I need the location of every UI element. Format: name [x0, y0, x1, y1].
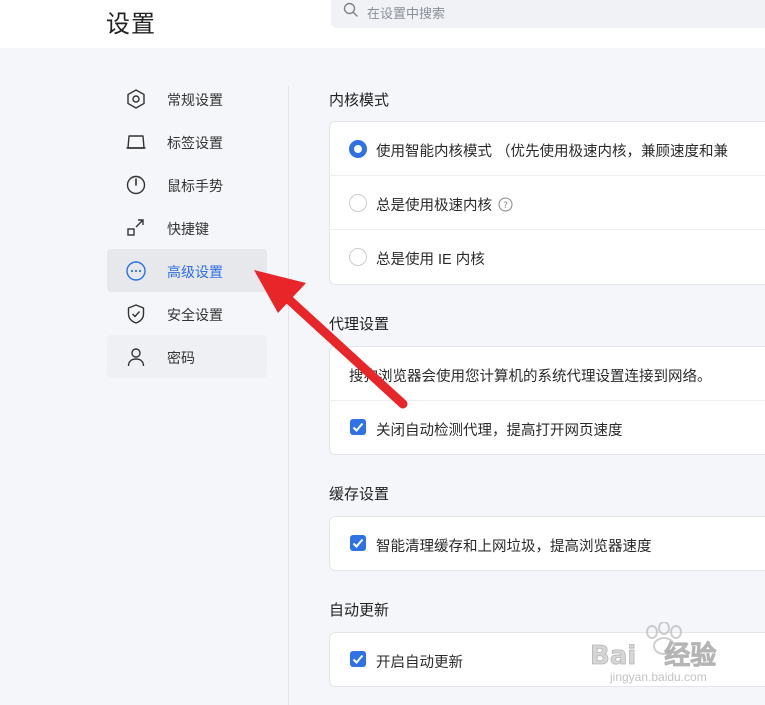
section-title-update: 自动更新	[329, 602, 390, 619]
section-title-kernel: 内核模式	[329, 92, 390, 109]
svg-text:?: ?	[503, 201, 508, 211]
sidebar-divider	[288, 86, 289, 705]
radio-smart-kernel[interactable]	[349, 140, 367, 158]
tab-icon	[126, 135, 146, 149]
sidebar-item-security[interactable]: 安全设置	[107, 292, 267, 335]
search-icon	[343, 2, 358, 17]
kernel-option-speed[interactable]: 总是使用极速内核?	[330, 176, 765, 230]
watermark-url: jingyan.baidu.com	[610, 670, 707, 684]
shield-check-icon	[127, 304, 145, 324]
sidebar-item-password[interactable]: 密码	[107, 335, 267, 378]
sidebar-item-label: 安全设置	[167, 307, 223, 323]
check-icon	[352, 422, 364, 432]
checkbox-auto-update[interactable]	[350, 651, 366, 667]
option-label: 总是使用极速内核	[376, 198, 492, 214]
cache-card: 智能清理缓存和上网垃圾，提高浏览器速度	[329, 516, 765, 571]
checkbox-label: 开启自动更新	[376, 655, 463, 671]
sidebar-item-tabs[interactable]: 标签设置	[107, 120, 267, 163]
check-icon	[352, 654, 364, 664]
section-title-cache: 缓存设置	[329, 486, 390, 503]
shortcut-arrow-icon	[127, 219, 144, 236]
proxy-card: 搜狗浏览器会使用您计算机的系统代理设置连接到网络。 关闭自动检测代理，提高打开网…	[329, 346, 765, 455]
hexagon-gear-icon	[127, 89, 145, 109]
search-input[interactable]: 在设置中搜索	[331, 0, 765, 28]
kernel-option-smart[interactable]: 使用智能内核模式 （优先使用极速内核，兼顾速度和兼	[330, 122, 765, 176]
section-title-proxy: 代理设置	[329, 316, 390, 333]
sidebar-item-label: 高级设置	[167, 264, 223, 280]
sidebar-item-shortcuts[interactable]: 快捷键	[107, 206, 267, 249]
check-icon	[352, 538, 364, 548]
checkbox-label: 智能清理缓存和上网垃圾，提高浏览器速度	[376, 539, 652, 555]
baidu-watermark-logo: Bai 经验	[590, 622, 717, 671]
option-label: 总是使用 IE 内核	[376, 252, 485, 268]
help-icon[interactable]: ?	[498, 197, 513, 212]
cache-clean-row[interactable]: 智能清理缓存和上网垃圾，提高浏览器速度	[330, 517, 765, 571]
sidebar-item-mouse-gestures[interactable]: 鼠标手势	[107, 163, 267, 206]
kernel-card: 使用智能内核模式 （优先使用极速内核，兼顾速度和兼 总是使用极速内核? 总是使用…	[329, 121, 765, 285]
more-dots-icon	[126, 261, 146, 281]
header-bar: 设置 在设置中搜索	[0, 0, 765, 48]
sidebar-item-label: 鼠标手势	[167, 178, 223, 194]
radio-ie-kernel[interactable]	[349, 248, 367, 266]
sidebar-item-advanced[interactable]: 高级设置	[107, 249, 267, 292]
sidebar-item-label: 快捷键	[167, 221, 209, 237]
sidebar: 常规设置 标签设置 鼠标手势 快捷键 高级设置 安全设置 密码	[107, 77, 267, 378]
checkbox-label: 关闭自动检测代理，提高打开网页速度	[376, 423, 623, 439]
radio-speed-kernel[interactable]	[349, 194, 367, 212]
mouse-icon	[126, 175, 146, 195]
proxy-description: 搜狗浏览器会使用您计算机的系统代理设置连接到网络。	[349, 369, 712, 385]
checkbox-disable-proxy-detect[interactable]	[350, 419, 366, 435]
sidebar-item-label: 标签设置	[167, 135, 223, 151]
option-label: 使用智能内核模式 （优先使用极速内核，兼顾速度和兼	[376, 144, 729, 160]
checkbox-smart-clean-cache[interactable]	[350, 535, 366, 551]
sidebar-item-label: 常规设置	[167, 92, 223, 108]
sidebar-item-general[interactable]: 常规设置	[107, 77, 267, 120]
sidebar-item-label: 密码	[167, 350, 195, 366]
search-placeholder: 在设置中搜索	[367, 6, 446, 21]
option-label-wrap: 总是使用极速内核?	[376, 194, 513, 215]
proxy-description-row: 搜狗浏览器会使用您计算机的系统代理设置连接到网络。	[330, 347, 765, 401]
page-title: 设置	[106, 11, 156, 38]
user-icon	[127, 348, 145, 367]
kernel-option-ie[interactable]: 总是使用 IE 内核	[330, 230, 765, 284]
proxy-autodetect-row[interactable]: 关闭自动检测代理，提高打开网页速度	[330, 401, 765, 455]
